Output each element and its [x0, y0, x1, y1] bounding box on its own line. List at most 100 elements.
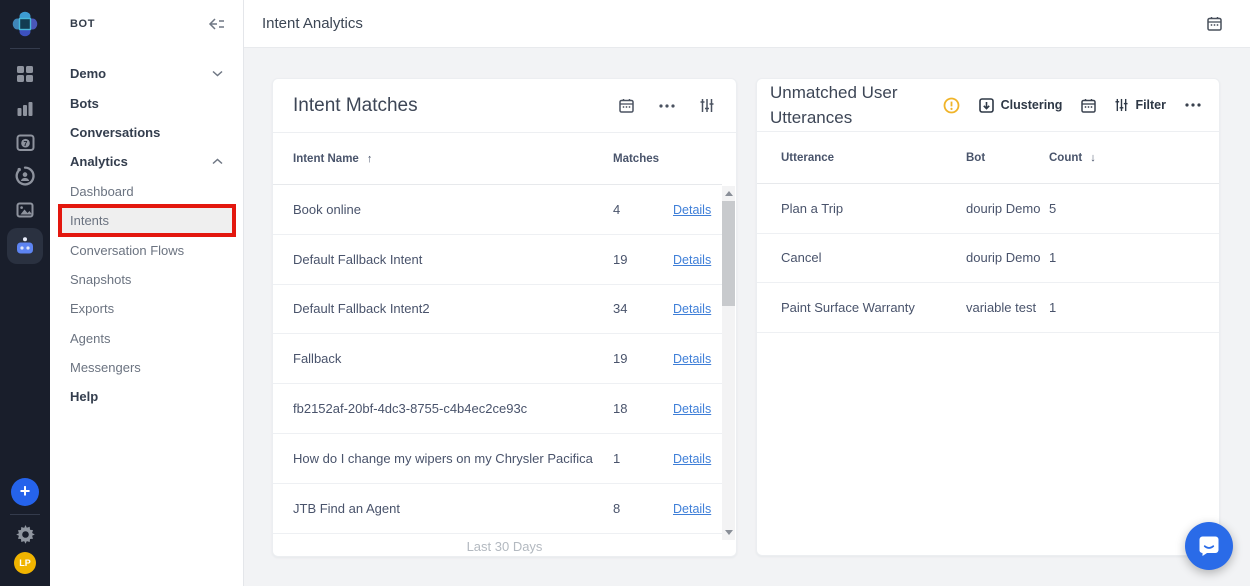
column-header-matches: Matches	[613, 153, 673, 165]
ellipsis-icon[interactable]	[659, 104, 675, 108]
chat-bubble-icon	[1196, 533, 1222, 559]
page-title: Intent Analytics	[262, 15, 363, 32]
column-header-bot: Bot	[966, 152, 1049, 164]
details-link[interactable]: Details	[673, 452, 711, 466]
sidebar-item[interactable]: Analytics	[50, 147, 243, 176]
chat-launcher-button[interactable]	[1185, 522, 1233, 570]
clustering-icon	[979, 98, 994, 113]
calendar-icon[interactable]	[1081, 98, 1096, 113]
collapse-sidebar-icon[interactable]	[208, 17, 225, 31]
ellipsis-icon[interactable]	[1185, 103, 1201, 107]
rail-bottom: + LP	[10, 478, 40, 586]
details-link[interactable]: Details	[673, 203, 711, 217]
column-header-intent-name[interactable]: Intent Name↑	[293, 153, 613, 165]
table-scrollbar[interactable]	[722, 186, 735, 540]
sidebar-item[interactable]: Snapshots	[50, 265, 243, 294]
bar-chart-icon[interactable]	[7, 91, 43, 125]
scroll-down-arrow[interactable]	[725, 530, 733, 535]
intent-row: Book online 4 Details	[273, 185, 722, 235]
bot-name: dourip Demo	[966, 201, 1049, 216]
filter-sliders-icon[interactable]	[700, 98, 714, 113]
card-title: Unmatched User Utterances	[770, 80, 912, 130]
utterance-text: Paint Surface Warranty	[781, 300, 966, 315]
details-link[interactable]: Details	[673, 302, 711, 316]
calendar-seven-icon[interactable]: 7	[7, 125, 43, 159]
bot-name: dourip Demo	[966, 250, 1049, 265]
date-range-calendar-icon[interactable]	[1207, 16, 1222, 31]
user-avatar[interactable]: LP	[14, 552, 36, 574]
media-icon[interactable]	[7, 193, 43, 227]
sidebar-item[interactable]: Exports	[50, 294, 243, 323]
warning-icon[interactable]	[943, 97, 960, 114]
utterance-text: Plan a Trip	[781, 201, 966, 216]
intent-matches-count: 8	[613, 501, 673, 516]
sidebar-item[interactable]: Messengers	[50, 353, 243, 382]
utterance-text: Cancel	[781, 250, 966, 265]
bot-name: variable test	[966, 300, 1049, 315]
sidebar-title: BOT	[70, 18, 95, 30]
utterance-count: 1	[1049, 250, 1219, 265]
intent-matches-count: 19	[613, 252, 673, 267]
chevron-up-icon	[212, 158, 223, 165]
rail-divider	[10, 48, 40, 49]
intent-name: Default Fallback Intent2	[293, 301, 613, 316]
sidebar: BOT Demo Bots	[50, 0, 244, 586]
intent-matches-count: 18	[613, 401, 673, 416]
intent-matches-card: Intent Matches	[272, 78, 737, 557]
dashboard-grid-icon[interactable]	[7, 57, 43, 91]
intent-name: How do I change my wipers on my Chrysler…	[293, 451, 613, 466]
icon-rail: 7 + LP	[0, 0, 50, 586]
utterance-row: Paint Surface Warranty variable test 1	[757, 283, 1219, 333]
intent-name: fb2152af-20bf-4dc3-8755-c4b4ec2ce93c	[293, 401, 613, 416]
intent-name: Book online	[293, 202, 613, 217]
sort-desc-icon: ↓	[1090, 152, 1096, 164]
column-header-count[interactable]: Count↓	[1049, 152, 1219, 164]
scroll-up-arrow[interactable]	[725, 191, 733, 196]
unmatched-utterances-card: Unmatched User Utterances Clustering	[756, 78, 1220, 556]
details-link[interactable]: Details	[673, 402, 711, 416]
sidebar-item[interactable]: Dashboard	[50, 177, 243, 206]
sidebar-item[interactable]: Bots	[50, 88, 243, 117]
details-link[interactable]: Details	[673, 502, 711, 516]
sidebar-item[interactable]: Intents	[50, 206, 243, 235]
sidebar-item[interactable]: Agents	[50, 324, 243, 353]
intent-row: fb2152af-20bf-4dc3-8755-c4b4ec2ce93c 18 …	[273, 384, 722, 434]
sidebar-item[interactable]: Help	[50, 382, 243, 411]
intent-row: Default Fallback Intent 19 Details	[273, 235, 722, 285]
calendar-icon[interactable]	[619, 98, 634, 113]
chevron-down-icon	[212, 70, 223, 77]
sidebar-item[interactable]: Conversations	[50, 118, 243, 147]
details-link[interactable]: Details	[673, 253, 711, 267]
page-header: Intent Analytics	[244, 0, 1250, 48]
card-title: Intent Matches	[293, 95, 418, 117]
filter-button[interactable]: Filter	[1115, 98, 1166, 112]
utterance-count: 5	[1049, 201, 1219, 216]
intent-name: Fallback	[293, 351, 613, 366]
utterance-row: Cancel dourip Demo 1	[757, 234, 1219, 284]
intent-matches-count: 1	[613, 451, 673, 466]
utterance-row: Plan a Trip dourip Demo 5	[757, 184, 1219, 234]
sidebar-item[interactable]: Demo	[50, 59, 243, 88]
bot-icon[interactable]	[7, 228, 43, 264]
svg-text:7: 7	[23, 140, 27, 147]
date-range-label: Last 30 Days	[273, 534, 736, 560]
intent-row: JTB Find an Agent 8 Details	[273, 484, 722, 534]
clustering-button[interactable]: Clustering	[979, 98, 1063, 113]
app-logo-icon[interactable]	[10, 9, 40, 39]
intent-row: Fallback 19 Details	[273, 334, 722, 384]
audience-icon[interactable]	[7, 159, 43, 193]
intent-row: How do I change my wipers on my Chrysler…	[273, 434, 722, 484]
utterance-count: 1	[1049, 300, 1219, 315]
sidebar-item[interactable]: Conversation Flows	[50, 235, 243, 264]
intent-matches-count: 34	[613, 301, 673, 316]
scrollbar-thumb[interactable]	[722, 201, 735, 306]
unmatched-rows: Plan a Trip dourip Demo 5 Cancel dourip …	[757, 184, 1219, 333]
intent-matches-rows: Book online 4 Details Default Fallback I…	[273, 185, 722, 534]
sidebar-nav: Demo Bots Conversations Analytic	[50, 48, 243, 412]
settings-gear-icon[interactable]	[16, 525, 35, 544]
details-link[interactable]: Details	[673, 352, 711, 366]
rail-divider	[10, 514, 40, 515]
intent-matches-count: 4	[613, 202, 673, 217]
add-button[interactable]: +	[11, 478, 39, 506]
intent-name: Default Fallback Intent	[293, 252, 613, 267]
